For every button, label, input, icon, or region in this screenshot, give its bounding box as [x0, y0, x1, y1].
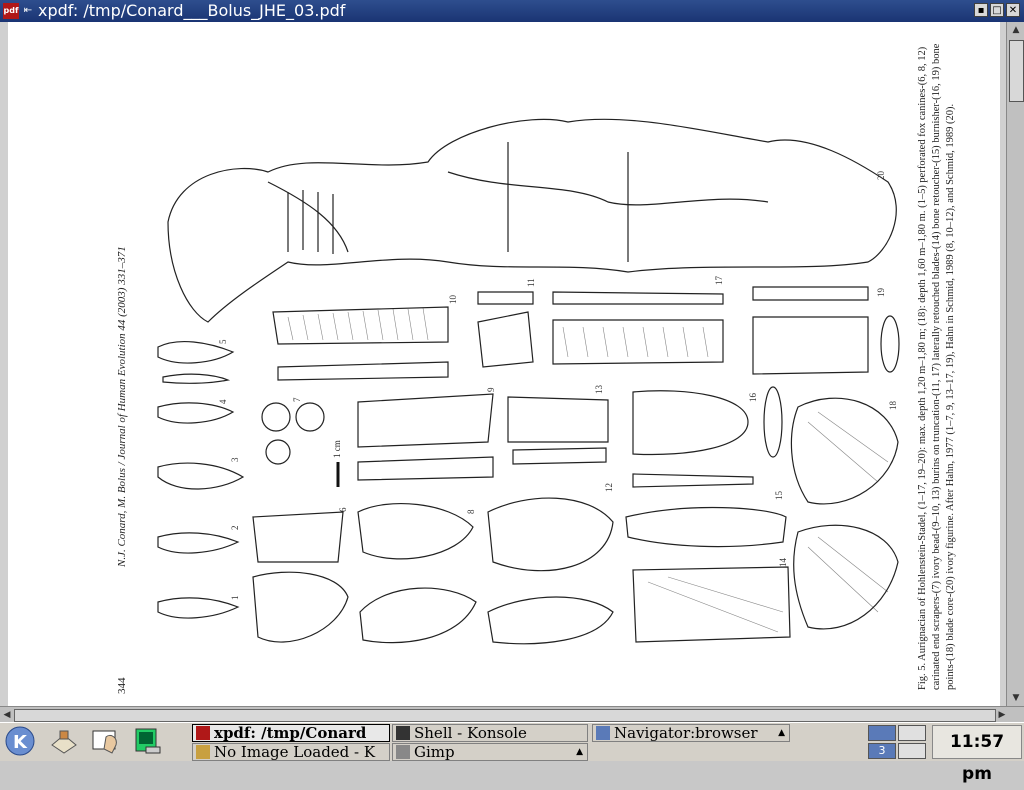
window-title-bar[interactable]: pdf ⇤ xpdf: /tmp/Conard___Bolus_JHE_03.p… — [0, 0, 1024, 22]
horizontal-scroll-thumb[interactable] — [14, 709, 996, 722]
figure-artwork — [157, 118, 900, 645]
task-xpdf[interactable]: xpdf: /tmp/Conard — [192, 724, 390, 742]
pdf-page: N.J. Conard, M. Bolus / Journal of Human… — [8, 22, 1000, 706]
figure-number: 13 — [594, 385, 604, 394]
figure-number: 20 — [876, 171, 886, 180]
konsole-launcher-icon[interactable] — [132, 725, 164, 757]
task-konsole[interactable]: Shell - Konsole — [392, 724, 588, 742]
task-gimp[interactable]: Gimp ▲ — [392, 743, 588, 761]
taskbar: K xpdf: /tmp/Conard Shell - Konsole Navi… — [0, 722, 1024, 784]
clock[interactable]: 11:57 pm — [932, 725, 1022, 784]
kde-menu-icon[interactable]: K — [4, 725, 36, 757]
figure-number: 10 — [448, 295, 458, 304]
figure-number: 11 — [526, 278, 536, 287]
figure-number: 16 — [748, 393, 758, 402]
window-title: xpdf: /tmp/Conard___Bolus_JHE_03.pdf — [38, 1, 346, 20]
figure-number: 14 — [778, 558, 788, 567]
task-label: Shell - Konsole — [414, 724, 527, 742]
figure-number: 18 — [888, 401, 898, 410]
scroll-down-icon[interactable]: ▼ — [1007, 690, 1024, 706]
figure-number: 12 — [604, 483, 614, 492]
gimp-icon — [396, 745, 410, 759]
pdf-icon — [196, 726, 210, 740]
scroll-up-icon[interactable]: ▲ — [1007, 22, 1024, 38]
document-viewport[interactable]: N.J. Conard, M. Bolus / Journal of Human… — [0, 22, 1024, 706]
vertical-scroll-thumb[interactable] — [1009, 40, 1024, 102]
window-menu-icon[interactable]: ⇤ — [21, 4, 35, 18]
task-image-viewer[interactable]: No Image Loaded - K — [192, 743, 390, 761]
pager-desktop[interactable] — [898, 725, 926, 741]
figure-caption: Fig. 5. Aurignacian of Hohlenstein-Stade… — [917, 43, 956, 690]
desktop-icon[interactable] — [90, 725, 122, 757]
window-list-icon[interactable] — [48, 725, 80, 757]
scroll-left-icon[interactable]: ◀ — [0, 707, 14, 723]
figure-number: 19 — [876, 288, 886, 297]
pdf-app-icon[interactable]: pdf — [3, 3, 19, 19]
figure-number: 3 — [230, 457, 240, 463]
chevron-up-icon[interactable]: ▲ — [778, 725, 785, 741]
minimize-button[interactable]: ▪ — [974, 3, 988, 17]
browser-icon — [596, 726, 610, 740]
terminal-icon — [396, 726, 410, 740]
chevron-up-icon[interactable]: ▲ — [576, 744, 583, 760]
close-button[interactable]: ✕ — [1006, 3, 1020, 17]
task-label: No Image Loaded - K — [214, 743, 376, 761]
maximize-button[interactable]: □ — [990, 3, 1004, 17]
scale-label: 1 cm — [332, 440, 342, 458]
horizontal-scrollbar[interactable]: ◀ ▶ — [0, 706, 1024, 723]
task-label: Navigator:browser — [614, 724, 758, 742]
image-viewer-icon — [196, 745, 210, 759]
svg-text:K: K — [13, 732, 28, 753]
pager-desktop-3[interactable]: 3 — [868, 743, 896, 759]
figure-number: 6 — [338, 507, 348, 513]
desktop-pager[interactable]: 3 — [868, 725, 928, 761]
figure-number: 1 — [230, 595, 240, 601]
scroll-right-icon[interactable]: ▶ — [995, 707, 1009, 723]
pager-desktop[interactable] — [898, 743, 926, 759]
figure-number: 15 — [774, 491, 784, 500]
vertical-scrollbar[interactable]: ▲ ▼ — [1006, 22, 1024, 706]
figure-number: 4 — [218, 399, 228, 405]
figure-number: 8 — [466, 509, 476, 515]
figure-number: 9 — [486, 387, 496, 393]
task-label: xpdf: /tmp/Conard — [214, 724, 367, 742]
figure-number: 17 — [714, 276, 724, 285]
task-navigator[interactable]: Navigator:browser ▲ — [592, 724, 790, 742]
figure-number: 7 — [292, 397, 302, 403]
figure-number: 5 — [218, 339, 228, 345]
task-label: Gimp — [414, 743, 455, 761]
pager-desktop[interactable] — [868, 725, 896, 741]
figure-number: 2 — [230, 525, 240, 531]
